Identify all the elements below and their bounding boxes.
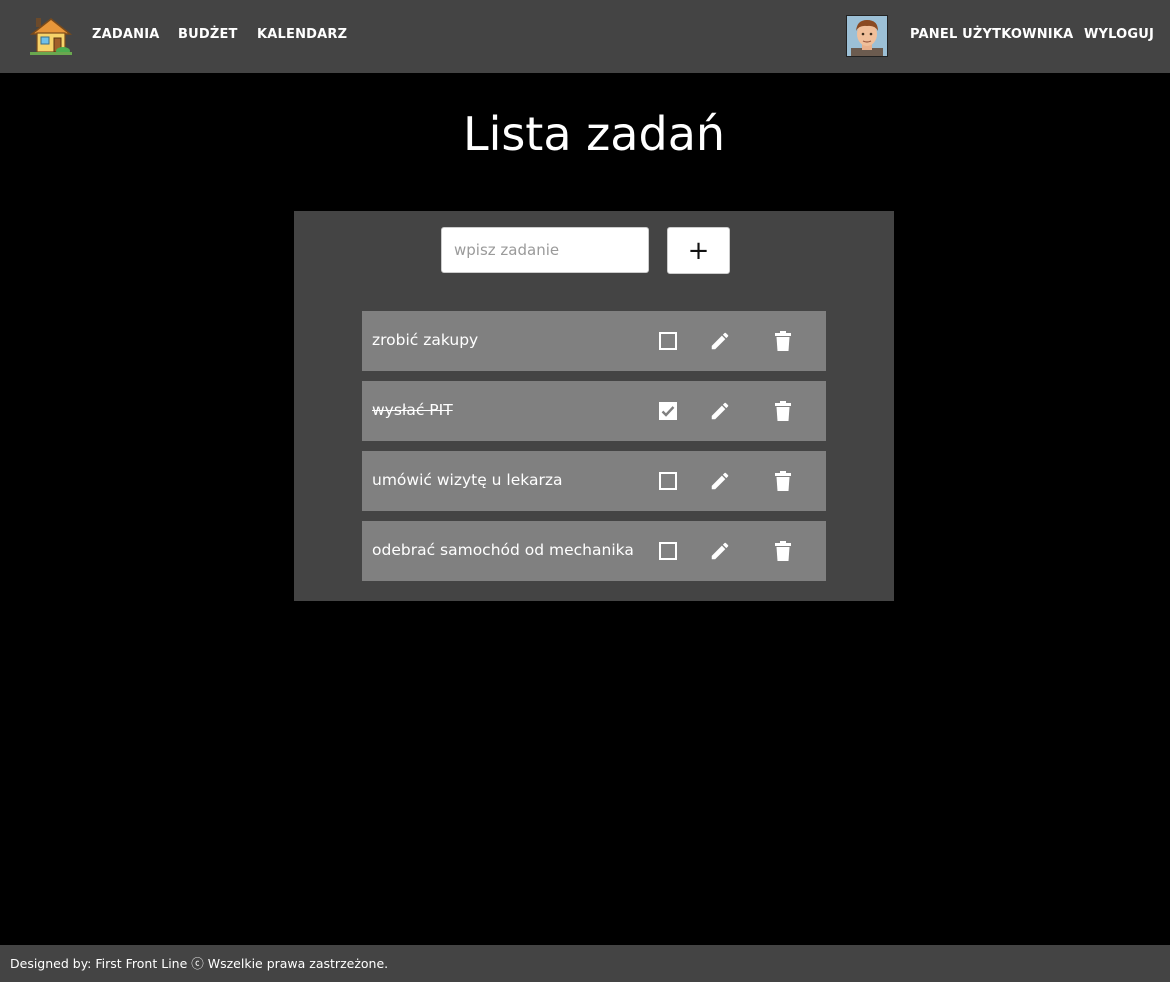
pencil-icon[interactable] — [709, 330, 731, 352]
page-title: Lista zadań — [462, 107, 726, 161]
task-row: odebrać samochód od mechanika — [362, 521, 826, 581]
nav-link-user-panel[interactable]: PANEL UŻYTKOWNIKA — [910, 26, 1073, 44]
nav-link-tasks[interactable]: ZADANIA — [92, 26, 160, 44]
pencil-icon[interactable] — [709, 540, 731, 562]
trash-icon[interactable] — [774, 331, 792, 351]
house-logo-icon[interactable] — [29, 16, 73, 56]
footer: Designed by: First Front Line ⓒ Wszelkie… — [0, 945, 1170, 982]
task-row: wysłać PIT — [362, 381, 826, 441]
task-row: zrobić zakupy — [362, 311, 826, 371]
task-panel: + zrobić zakupy wysłać PIT — [294, 211, 894, 601]
trash-icon[interactable] — [774, 471, 792, 491]
task-text: odebrać samochód od mechanika — [372, 541, 634, 559]
checkbox-icon[interactable] — [659, 332, 677, 350]
nav-link-logout[interactable]: WYLOGUJ — [1084, 26, 1154, 44]
task-list: zrobić zakupy wysłać PIT umówić wizytę u… — [362, 311, 826, 591]
top-navbar: ZADANIA BUDŻET KALENDARZ PANEL UŻYTKOWNI… — [0, 0, 1170, 73]
new-task-input[interactable] — [441, 227, 649, 273]
task-text: zrobić zakupy — [372, 331, 479, 349]
task-text-completed: wysłać PIT — [372, 401, 453, 419]
checkbox-checked-icon[interactable] — [659, 402, 677, 420]
pencil-icon[interactable] — [709, 400, 731, 422]
footer-copyright: Designed by: First Front Line ⓒ Wszelkie… — [10, 956, 389, 971]
task-row: umówić wizytę u lekarza — [362, 451, 826, 511]
trash-icon[interactable] — [774, 401, 792, 421]
user-avatar[interactable] — [846, 15, 888, 57]
trash-icon[interactable] — [774, 541, 792, 561]
checkbox-icon[interactable] — [659, 472, 677, 490]
nav-link-calendar[interactable]: KALENDARZ — [257, 26, 347, 44]
task-text: umówić wizytę u lekarza — [372, 471, 563, 489]
pencil-icon[interactable] — [709, 470, 731, 492]
checkbox-icon[interactable] — [659, 542, 677, 560]
nav-link-budget[interactable]: BUDŻET — [178, 26, 238, 44]
add-task-button[interactable]: + — [667, 227, 730, 274]
